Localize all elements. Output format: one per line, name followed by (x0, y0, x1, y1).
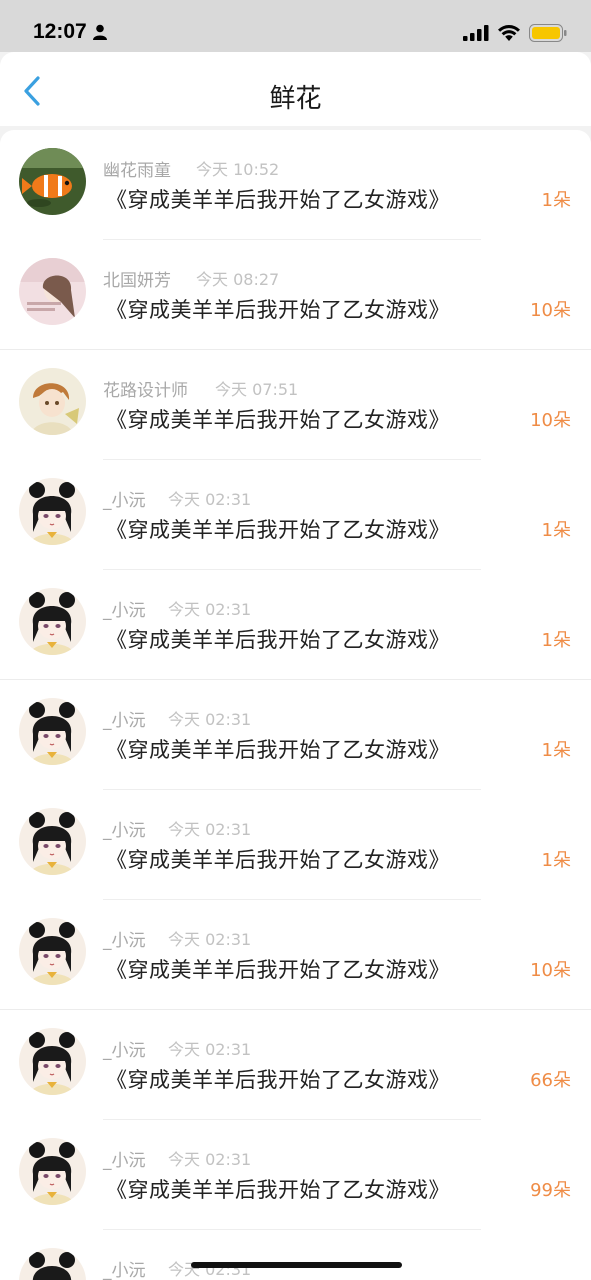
item-timestamp: 今天 08:27 (196, 270, 280, 289)
item-book-title[interactable]: 《穿成美羊羊后我开始了乙女游戏》 (106, 294, 450, 324)
item-book-title[interactable]: 《穿成美羊羊后我开始了乙女游戏》 (106, 734, 450, 764)
item-username[interactable]: _小沅 (103, 596, 146, 621)
item-book-title[interactable]: 《穿成美羊羊后我开始了乙女游戏》 (106, 954, 450, 984)
user-avatar[interactable] (19, 258, 86, 325)
item-timestamp: 今天 02:31 (168, 930, 252, 949)
item-username[interactable]: 花路设计师 (103, 376, 188, 401)
item-username[interactable]: _小沅 (103, 1256, 146, 1280)
item-flower-count: 66朵 (530, 1070, 571, 1091)
item-username[interactable]: _小沅 (103, 926, 146, 951)
user-avatar[interactable] (19, 368, 86, 435)
item-username[interactable]: 北国妍芳 (103, 266, 171, 291)
home-indicator[interactable] (191, 1262, 402, 1268)
item-username[interactable]: _小沅 (103, 706, 146, 731)
cellular-signal-icon (463, 25, 489, 41)
item-book-title[interactable]: 《穿成美羊羊后我开始了乙女游戏》 (106, 1064, 450, 1094)
item-flower-count: 99朵 (530, 1180, 571, 1201)
list-item[interactable]: 花路设计师 今天 07:51 《穿成美羊羊后我开始了乙女游戏》 10朵 (0, 350, 591, 460)
page-title: 鲜花 (269, 84, 322, 114)
item-flower-count: 10朵 (530, 410, 571, 431)
item-book-title[interactable]: 《穿成美羊羊后我开始了乙女游戏》 (106, 1174, 450, 1204)
item-timestamp: 今天 02:31 (168, 490, 252, 509)
item-flower-count: 10朵 (530, 300, 571, 321)
item-flower-count: 10朵 (530, 960, 571, 981)
item-flower-count: 1朵 (541, 190, 571, 211)
item-book-title[interactable]: 《穿成美羊羊后我开始了乙女游戏》 (106, 844, 450, 874)
user-avatar[interactable] (19, 808, 86, 875)
list-item[interactable]: _小沅 今天 02:31 《穿成美羊羊后我开始了乙女游戏》 66朵 (0, 1010, 591, 1120)
item-flower-count: 1朵 (541, 740, 571, 761)
status-time: 12:07 (33, 20, 87, 43)
nav-header: 鲜花 (0, 52, 591, 126)
flower-gift-list: 幽花雨童 今天 10:52 《穿成美羊羊后我开始了乙女游戏》 1朵 北国妍芳 今天 08… (0, 130, 591, 1280)
item-timestamp: 今天 10:52 (196, 160, 280, 179)
status-icons (463, 24, 567, 42)
list-item[interactable]: 幽花雨童 今天 10:52 《穿成美羊羊后我开始了乙女游戏》 1朵 (0, 130, 591, 240)
item-book-title[interactable]: 《穿成美羊羊后我开始了乙女游戏》 (106, 624, 450, 654)
item-timestamp: 今天 02:31 (168, 710, 252, 729)
user-avatar[interactable] (19, 1138, 86, 1205)
item-username[interactable]: _小沅 (103, 486, 146, 511)
item-username[interactable]: 幽花雨童 (103, 156, 171, 181)
list-item[interactable]: _小沅 今天 02:31 《穿成美羊羊后我开始了乙女游戏》 10朵 (0, 900, 591, 1010)
list-item[interactable]: _小沅 今天 02:31 《穿成美羊羊后我开始了乙女游戏》 1朵 (0, 680, 591, 790)
item-username[interactable]: _小沅 (103, 1036, 146, 1061)
item-username[interactable]: _小沅 (103, 1146, 146, 1171)
list-item[interactable]: _小沅 今天 02:31 《穿成美羊羊后我开始了乙女游戏》 99朵 (0, 1120, 591, 1230)
screen: 12:07 鲜花 幽花雨童 今天 10:52 《穿成美羊羊后我开始了乙女游戏》 … (0, 0, 591, 1280)
user-avatar[interactable] (19, 1248, 86, 1280)
list-item[interactable]: _小沅 今天 02:31 《穿成美羊羊后我开始了乙女游戏》 1朵 (0, 460, 591, 570)
item-flower-count: 1朵 (541, 630, 571, 651)
item-timestamp: 今天 02:31 (168, 600, 252, 619)
wifi-icon (498, 25, 520, 41)
item-timestamp: 今天 02:31 (168, 1040, 252, 1059)
user-avatar[interactable] (19, 698, 86, 765)
item-book-title[interactable]: 《穿成美羊羊后我开始了乙女游戏》 (106, 404, 450, 434)
user-avatar[interactable] (19, 1028, 86, 1095)
user-avatar[interactable] (19, 918, 86, 985)
user-avatar[interactable] (19, 148, 86, 215)
item-book-title[interactable]: 《穿成美羊羊后我开始了乙女游戏》 (106, 514, 450, 544)
item-timestamp: 今天 02:31 (168, 1150, 252, 1169)
user-avatar[interactable] (19, 478, 86, 545)
list-item[interactable]: _小沅 今天 02:31 《穿成美羊羊后我开始了乙女游戏》 1朵 (0, 790, 591, 900)
list-item[interactable]: _小沅 今天 02:31 《穿成美羊羊后我开始了乙女游戏》 1朵 (0, 570, 591, 680)
item-flower-count: 1朵 (541, 850, 571, 871)
item-username[interactable]: _小沅 (103, 816, 146, 841)
status-bar: 12:07 (0, 0, 591, 52)
list-item[interactable]: 北国妍芳 今天 08:27 《穿成美羊羊后我开始了乙女游戏》 10朵 (0, 240, 591, 350)
item-book-title[interactable]: 《穿成美羊羊后我开始了乙女游戏》 (106, 184, 450, 214)
status-time-group: 12:07 (33, 20, 107, 44)
item-flower-count: 1朵 (541, 520, 571, 541)
battery-icon (529, 24, 567, 42)
item-timestamp: 今天 02:31 (168, 820, 252, 839)
list-item[interactable]: _小沅 今天 02:31 (0, 1230, 591, 1280)
user-avatar[interactable] (19, 588, 86, 655)
person-icon (92, 24, 107, 40)
item-timestamp: 今天 07:51 (215, 380, 299, 399)
item-timestamp: 今天 02:31 (168, 1260, 252, 1279)
